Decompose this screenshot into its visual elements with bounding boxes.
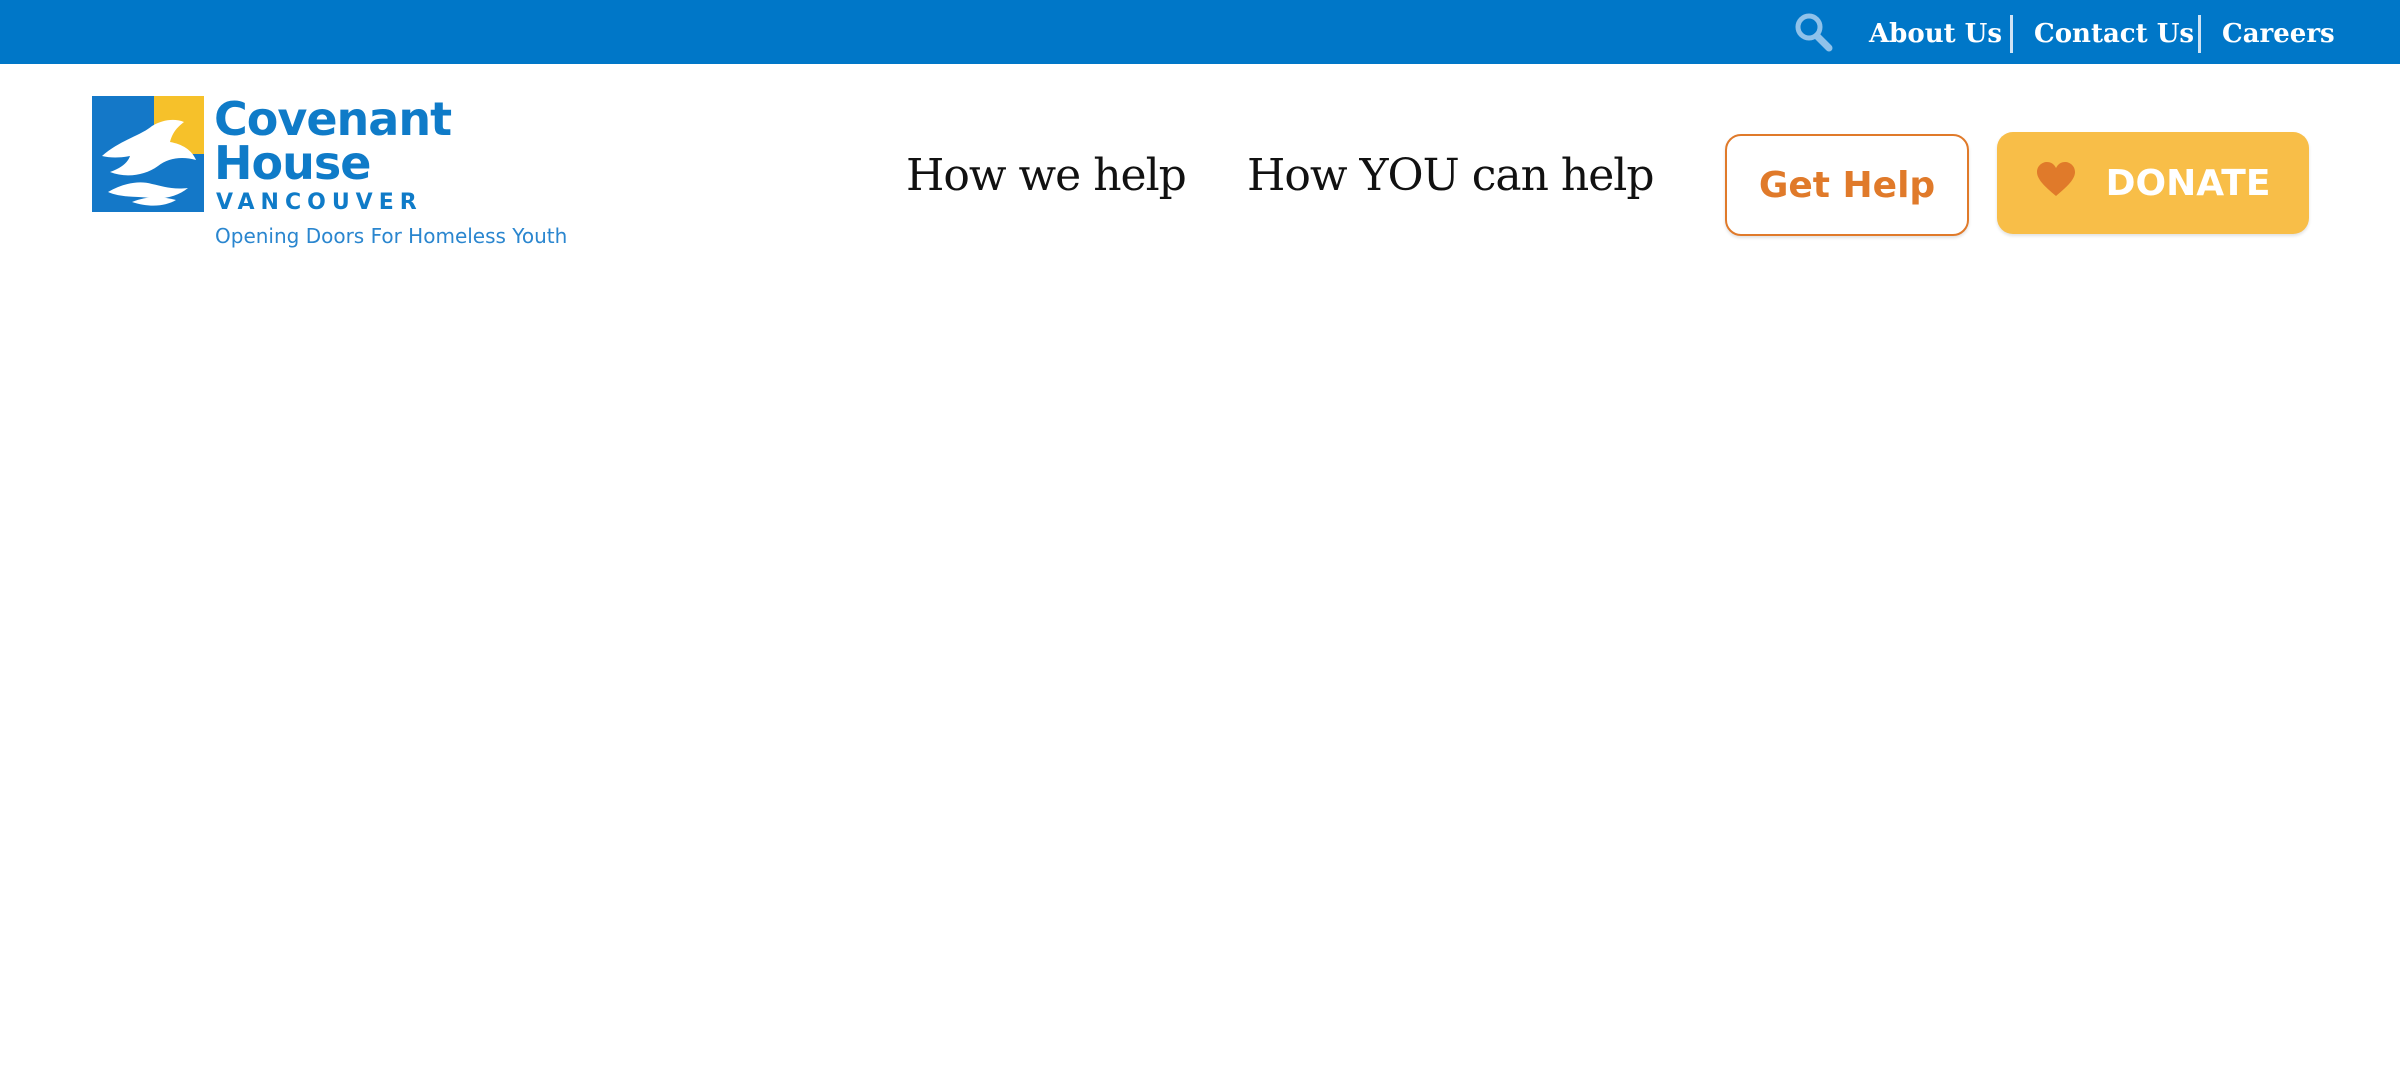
logo-city: VANCOUVER [216, 190, 423, 215]
donate-label: DONATE [2105, 162, 2271, 204]
donate-button[interactable]: DONATE [1997, 132, 2309, 234]
get-help-label: Get Help [1758, 164, 1936, 206]
heart-icon [2036, 162, 2076, 198]
logo-tagline: Opening Doors For Homeless Youth [215, 224, 568, 248]
nav-how-you-can-help[interactable]: How YOU can help [1247, 150, 1655, 201]
search-button[interactable] [1791, 10, 1835, 54]
top-utility-bar: About Us Contact Us Careers [0, 0, 2400, 64]
search-icon [1791, 10, 1835, 54]
careers-link[interactable]: Careers [2222, 0, 2335, 64]
dove-hands-logo-icon [92, 96, 204, 212]
site-logo[interactable]: Covenant House VANCOUVER Opening Doors F… [92, 94, 572, 256]
utility-divider [2198, 15, 2201, 53]
nav-how-we-help[interactable]: How we help [906, 150, 1187, 201]
about-us-link[interactable]: About Us [1869, 0, 2002, 64]
get-help-button[interactable]: Get Help [1725, 134, 1969, 236]
contact-us-link[interactable]: Contact Us [2034, 0, 2194, 64]
logo-name-line2: House [214, 136, 371, 190]
utility-divider [2010, 15, 2013, 53]
